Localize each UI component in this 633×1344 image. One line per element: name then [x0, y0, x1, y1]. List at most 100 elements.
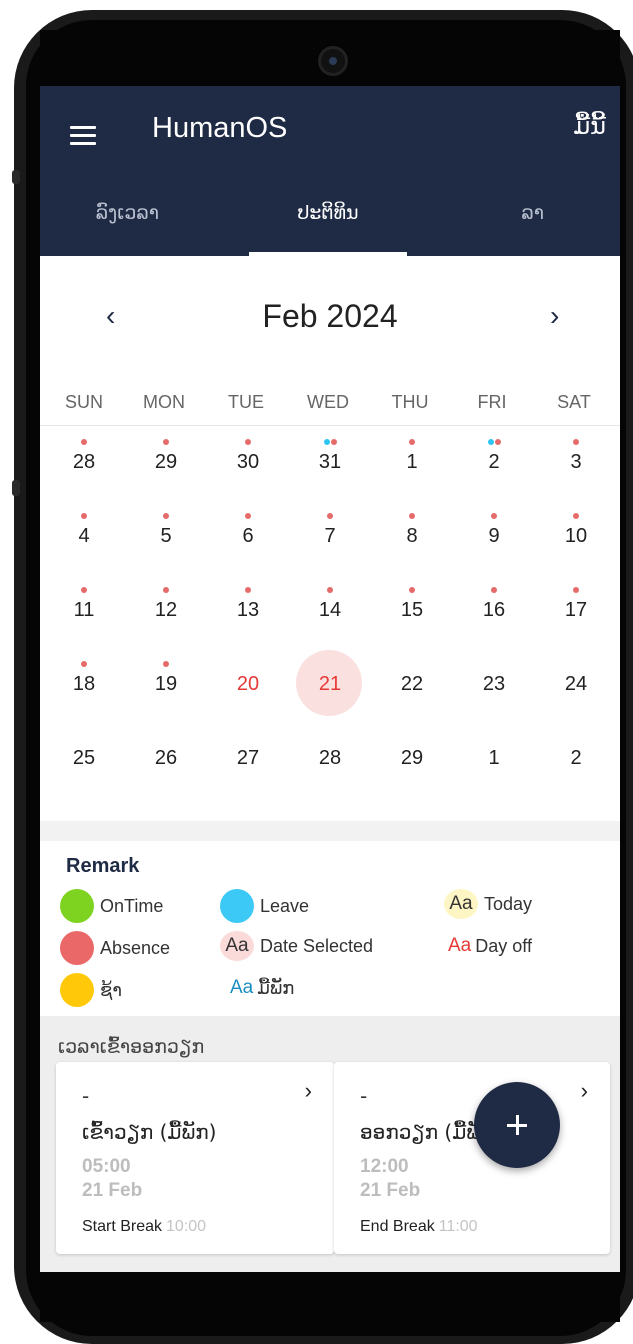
status-dots [454, 430, 534, 445]
tab-bar: ລົງເວລາ ປະຕິທິນ ລາ [40, 190, 620, 256]
status-dots [536, 652, 616, 660]
status-dots [44, 504, 124, 519]
weekday-label: THU [391, 392, 429, 412]
legend-label: Leave [260, 895, 310, 916]
calendar-day[interactable]: 1 [372, 426, 452, 498]
day-number: 25 [72, 747, 96, 769]
calendar-day[interactable]: 31 [290, 426, 370, 498]
add-button[interactable] [474, 1082, 560, 1168]
calendar-day[interactable]: 6 [208, 500, 288, 572]
tab-calendar[interactable]: ປະຕິທິນ [241, 190, 416, 256]
today-button[interactable]: ມື້ນີ້ [573, 112, 606, 140]
legend-holiday: Aa ມື້ພັກ [230, 973, 294, 1003]
calendar-day[interactable]: 17 [536, 574, 616, 646]
calendar-day[interactable]: 22 [372, 648, 452, 720]
day-number: 28 [72, 451, 96, 473]
day-number: 31 [318, 451, 342, 473]
status-dot [573, 513, 579, 519]
chevron-right-icon: › [304, 1078, 312, 1103]
calendar-day[interactable]: 2 [454, 426, 534, 498]
aa-swatch: Aa [444, 889, 478, 919]
clock-out-card[interactable]: - › ອອກວຽກ (ມື້ພັກ) 12:00 21 Feb End Bre… [334, 1062, 610, 1254]
status-dot [573, 439, 579, 445]
calendar-day[interactable]: 27 [208, 722, 288, 794]
day-number: 5 [160, 525, 172, 547]
aa-swatch: Aa [448, 935, 472, 956]
calendar-header: ‹ Feb 2024 › [40, 256, 620, 386]
day-number: 19 [154, 673, 178, 695]
calendar-day[interactable]: 8 [372, 500, 452, 572]
calendar-day[interactable]: 12 [126, 574, 206, 646]
tab-clock-in[interactable]: ລົງເວລາ [40, 190, 241, 256]
calendar-day[interactable]: 10 [536, 500, 616, 572]
calendar-day[interactable]: 14 [290, 574, 370, 646]
status-dot [409, 513, 415, 519]
status-dot [245, 513, 251, 519]
weekday-label: TUE [228, 392, 264, 412]
menu-icon[interactable] [68, 120, 100, 148]
break-time: 11:00 [438, 1218, 478, 1235]
calendar-day[interactable]: 18 [44, 648, 124, 720]
status-dots [454, 504, 534, 519]
status-dots [372, 652, 452, 660]
status-dots [372, 504, 452, 519]
calendar-day[interactable]: 4 [44, 500, 124, 572]
status-dot [573, 587, 579, 593]
status-dot [81, 439, 87, 445]
legend-absence: Absence [60, 931, 170, 965]
status-dots [208, 726, 288, 734]
status-dots [126, 726, 206, 734]
calendar-day[interactable]: 29 [126, 426, 206, 498]
calendar-day[interactable]: 5 [126, 500, 206, 572]
clock-in-card[interactable]: - › ເຂົ້າວຽກ (ມື້ພັກ) 05:00 21 Feb Start… [56, 1062, 334, 1254]
calendar-day[interactable]: 2 [536, 722, 616, 794]
status-dot [163, 587, 169, 593]
calendar-day[interactable]: 15 [372, 574, 452, 646]
status-dot [494, 439, 501, 445]
calendar-day[interactable]: 16 [454, 574, 534, 646]
card-label: ເຂົ້າວຽກ (ມື້ພັກ) [82, 1120, 217, 1144]
day-number: 24 [564, 673, 588, 695]
tab-leave[interactable]: ລາ [415, 190, 620, 256]
status-dots [290, 504, 370, 519]
phone-side-button [12, 170, 20, 184]
calendar-day[interactable]: 23 [454, 648, 534, 720]
status-text: - [360, 1084, 368, 1108]
day-number: 9 [488, 525, 500, 547]
status-dots [208, 430, 288, 445]
calendar-day[interactable]: 25 [44, 722, 124, 794]
day-number: 16 [482, 599, 506, 621]
calendar-day[interactable]: 26 [126, 722, 206, 794]
calendar-day[interactable]: 21 [290, 648, 370, 720]
day-number: 22 [400, 673, 424, 695]
card-time: 05:00 [82, 1156, 131, 1177]
next-month-icon[interactable]: › [550, 300, 559, 332]
status-dots [372, 578, 452, 593]
day-number: 8 [406, 525, 418, 547]
calendar-day[interactable]: 9 [454, 500, 534, 572]
calendar-day[interactable]: 24 [536, 648, 616, 720]
calendar-day[interactable]: 20 [208, 648, 288, 720]
calendar-day[interactable]: 7 [290, 500, 370, 572]
day-number: 11 [73, 599, 95, 621]
status-dots [454, 578, 534, 593]
calendar-day[interactable]: 13 [208, 574, 288, 646]
status-dots [290, 578, 370, 593]
calendar-day[interactable]: 1 [454, 722, 534, 794]
status-dot [409, 439, 415, 445]
calendar-day[interactable]: 19 [126, 648, 206, 720]
weekday-label: MON [143, 392, 185, 412]
calendar-day[interactable]: 28 [290, 722, 370, 794]
calendar-day[interactable]: 28 [44, 426, 124, 498]
day-number: 1 [488, 747, 500, 769]
legend-date-selected: Aa Date Selected [220, 931, 373, 961]
calendar-day[interactable]: 29 [372, 722, 452, 794]
calendar-day[interactable]: 11 [44, 574, 124, 646]
day-number: 2 [570, 747, 582, 769]
bottom-bezel [40, 1272, 620, 1322]
calendar-day[interactable]: 3 [536, 426, 616, 498]
day-number: 14 [318, 599, 342, 621]
calendar-day[interactable]: 30 [208, 426, 288, 498]
day-number: 29 [154, 451, 178, 473]
legend-day-off: Aa Day off [448, 931, 532, 961]
